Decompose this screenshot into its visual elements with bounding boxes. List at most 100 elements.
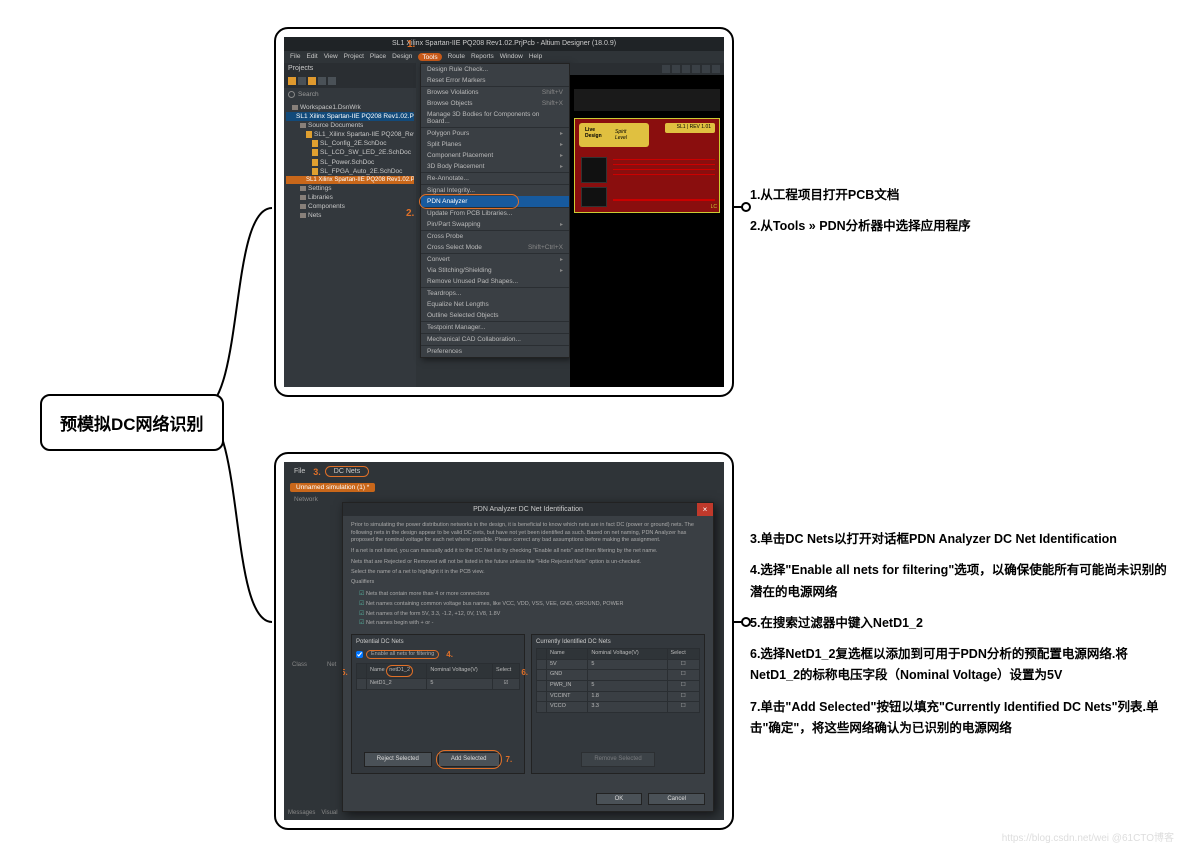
search-row[interactable]: Search: [284, 88, 416, 101]
menu-item[interactable]: Outline Selected Objects: [421, 310, 569, 322]
projects-toolbar[interactable]: [284, 74, 416, 88]
toolbar-icon[interactable]: [298, 77, 306, 85]
menu-item[interactable]: Pin/Part Swapping: [421, 219, 569, 231]
menu-route[interactable]: Route: [448, 53, 465, 61]
tree-source-docs[interactable]: Source Documents: [286, 121, 414, 130]
ok-button[interactable]: OK: [596, 793, 643, 805]
pdn-tab-file[interactable]: File: [290, 467, 309, 476]
cancel-button[interactable]: Cancel: [648, 793, 705, 805]
tree-file[interactable]: SL_Power.SchDoc: [286, 158, 414, 167]
menu-reports[interactable]: Reports: [471, 53, 494, 61]
menu-item[interactable]: Design Rule Check...: [421, 64, 569, 75]
watermark: https://blog.csdn.net/wei @61CTO博客: [1002, 829, 1174, 844]
dc-net-dialog: PDN Analyzer DC Net Identification × Pri…: [342, 502, 714, 812]
pdn-tab-dcnets[interactable]: DC Nets: [325, 466, 369, 477]
menu-item[interactable]: Teardrops...: [421, 288, 569, 299]
menu-item[interactable]: Preferences: [421, 346, 569, 357]
pcb-view[interactable]: LiveDesign SpiritLevel SL1 | REV 1.01 LC: [570, 63, 724, 387]
menu-item[interactable]: Update From PCB Libraries...: [421, 208, 569, 219]
tree-active-pcb[interactable]: SL1 Xilinx Spartan-IIE PQ208 Rev1.02.P: [286, 176, 414, 184]
step-3-marker: 3.: [313, 467, 321, 477]
qualifier-item[interactable]: Net names containing common voltage bus …: [359, 600, 705, 610]
qualifier-item[interactable]: Net names begin with + or -: [359, 619, 705, 629]
menu-item[interactable]: 3D Body Placement: [421, 161, 569, 173]
toolbar-icon[interactable]: [318, 77, 326, 85]
projects-panel: Projects Search Workspace1.DsnWrk SL1 Xi…: [284, 63, 416, 387]
dialog-footer: OK Cancel: [343, 789, 713, 811]
table-row[interactable]: NetD1_2 5 ☑: [357, 678, 520, 689]
tree-folder-components[interactable]: Components: [286, 202, 414, 211]
menu-item[interactable]: Manage 3D Bodies for Components on Board…: [421, 109, 569, 128]
tree-folder-nets[interactable]: Nets: [286, 211, 414, 220]
toolbar-icon[interactable]: [308, 77, 316, 85]
menu-item[interactable]: Split Planes: [421, 139, 569, 150]
menu-item[interactable]: Browse ObjectsShift+X: [421, 98, 569, 109]
menu-tools[interactable]: Tools: [418, 53, 441, 61]
tab-messages[interactable]: Messages: [288, 810, 315, 816]
pdn-tabs[interactable]: File 3. DC Nets: [284, 462, 724, 481]
menu-item[interactable]: Mechanical CAD Collaboration...: [421, 334, 569, 346]
menu-help[interactable]: Help: [529, 53, 542, 61]
tab-visual[interactable]: Visual: [321, 810, 337, 816]
menu-place[interactable]: Place: [370, 53, 386, 61]
menu-item[interactable]: Equalize Net Lengths: [421, 299, 569, 310]
menu-item[interactable]: Re-Annotate...: [421, 173, 569, 185]
menu-project[interactable]: Project: [344, 53, 364, 61]
checkbox[interactable]: [356, 651, 363, 658]
menu-item[interactable]: Cross Select ModeShift+Ctrl+X: [421, 242, 569, 254]
tree-workspace[interactable]: Workspace1.DsnWrk: [286, 103, 414, 112]
annotation-step-6: 6.选择NetD1_2复选框以添加到可用于PDN分析的预配置电源网络.将NetD…: [750, 644, 1170, 687]
pcb-toolbar[interactable]: [570, 63, 724, 75]
remove-selected-button[interactable]: Remove Selected: [581, 752, 654, 766]
potential-table[interactable]: Name netD1_2 Nominal Voltage(V) Select N…: [356, 663, 520, 689]
menu-item[interactable]: Remove Unused Pad Shapes...: [421, 276, 569, 288]
menu-window[interactable]: Window: [500, 53, 523, 61]
tree-file[interactable]: SL_LCD_SW_LED_2E.SchDoc: [286, 148, 414, 157]
table-row[interactable]: GND☐: [537, 670, 700, 681]
menu-item[interactable]: Convert: [421, 254, 569, 265]
menu-edit[interactable]: Edit: [306, 53, 317, 61]
dialog-hint: Select the name of a net to highlight it…: [351, 569, 705, 577]
step-5-marker: 5.: [343, 667, 348, 678]
tree-folder-settings[interactable]: Settings: [286, 184, 414, 193]
table-row[interactable]: VCCO3.3☐: [537, 702, 700, 713]
search-icon: [288, 91, 295, 98]
menu-item[interactable]: Testpoint Manager...: [421, 322, 569, 334]
tree-file[interactable]: SL1_Xilinx Spartan-IIE PQ208_Rev1.02.S: [286, 130, 414, 139]
tree-file[interactable]: SL_Config_2E.SchDoc: [286, 139, 414, 148]
qualifiers-label: Qualifiers: [351, 579, 705, 587]
menu-item[interactable]: Via Stitching/Shielding: [421, 265, 569, 276]
add-selected-button[interactable]: Add Selected: [438, 752, 500, 766]
menu-item[interactable]: Component Placement: [421, 150, 569, 161]
table-row[interactable]: PWR_IN5☐: [537, 681, 700, 692]
current-table[interactable]: NameNominal Voltage(V)Select 5V5☐ GND☐ P…: [536, 648, 700, 713]
table-row[interactable]: VCCINT1.8☐: [537, 691, 700, 702]
table-row[interactable]: 5V5☐: [537, 659, 700, 670]
pdn-sim-tab[interactable]: Unnamed simulation (1) *: [284, 481, 724, 494]
reject-selected-button[interactable]: Reject Selected: [364, 752, 432, 766]
name-filter-input[interactable]: netD1_2: [386, 665, 413, 677]
menu-item[interactable]: Cross Probe: [421, 231, 569, 242]
menu-design[interactable]: Design: [392, 53, 412, 61]
tree-folder-libraries[interactable]: Libraries: [286, 193, 414, 202]
menu-view[interactable]: View: [324, 53, 338, 61]
menu-item[interactable]: Reset Error Markers: [421, 75, 569, 87]
menu-file[interactable]: File: [290, 53, 300, 61]
toolbar-icon[interactable]: [328, 77, 336, 85]
connector-endpoint: [741, 617, 751, 627]
qualifier-item[interactable]: Nets that contain more than 4 or more co…: [359, 590, 705, 600]
qualifier-item[interactable]: Net names of the form 5V, 3.3, -1.2, +12…: [359, 609, 705, 619]
pdn-bottom-tabs[interactable]: Messages Visual: [288, 810, 338, 816]
tree-file[interactable]: SL_FPGA_Auto_2E.SchDoc: [286, 167, 414, 176]
dialog-intro: If a net is not listed, you can manually…: [351, 548, 705, 556]
toolbar-icon[interactable]: [288, 77, 296, 85]
menubar[interactable]: File Edit View Project Place Design Tool…: [284, 51, 724, 63]
tools-dropdown[interactable]: Design Rule Check...Reset Error MarkersB…: [420, 63, 570, 358]
menu-item[interactable]: Polygon Pours: [421, 128, 569, 139]
tree-project[interactable]: SL1 Xilinx Spartan-IIE PQ208 Rev1.02.Prj…: [286, 112, 414, 121]
enable-all-nets-checkbox[interactable]: Enable all nets for filtering 4.: [356, 648, 520, 661]
menu-item[interactable]: PDN Analyzer: [421, 196, 569, 208]
menu-item[interactable]: Browse ViolationsShift+V: [421, 87, 569, 98]
close-icon[interactable]: ×: [697, 503, 713, 516]
project-tree[interactable]: Workspace1.DsnWrk SL1 Xilinx Spartan-IIE…: [284, 101, 416, 222]
